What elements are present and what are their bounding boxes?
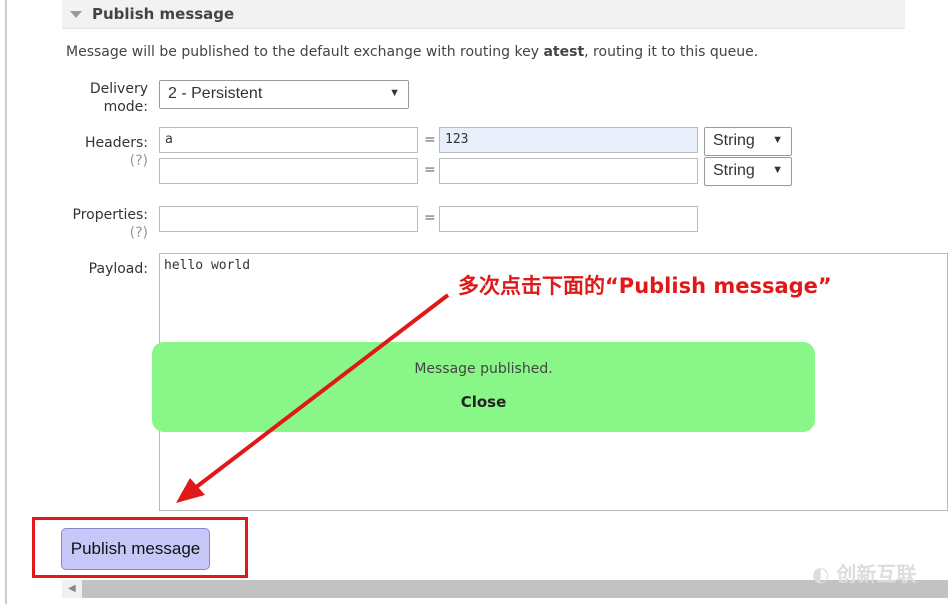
watermark-logo: ◐ 创新互联 [812, 562, 917, 586]
scroll-left-arrow-icon[interactable]: ◀ [68, 583, 76, 594]
annotation-text: 多次点击下面的“Publish message” [458, 274, 832, 298]
annotation-arrow [176, 293, 450, 503]
arrow-shaft [193, 293, 450, 490]
